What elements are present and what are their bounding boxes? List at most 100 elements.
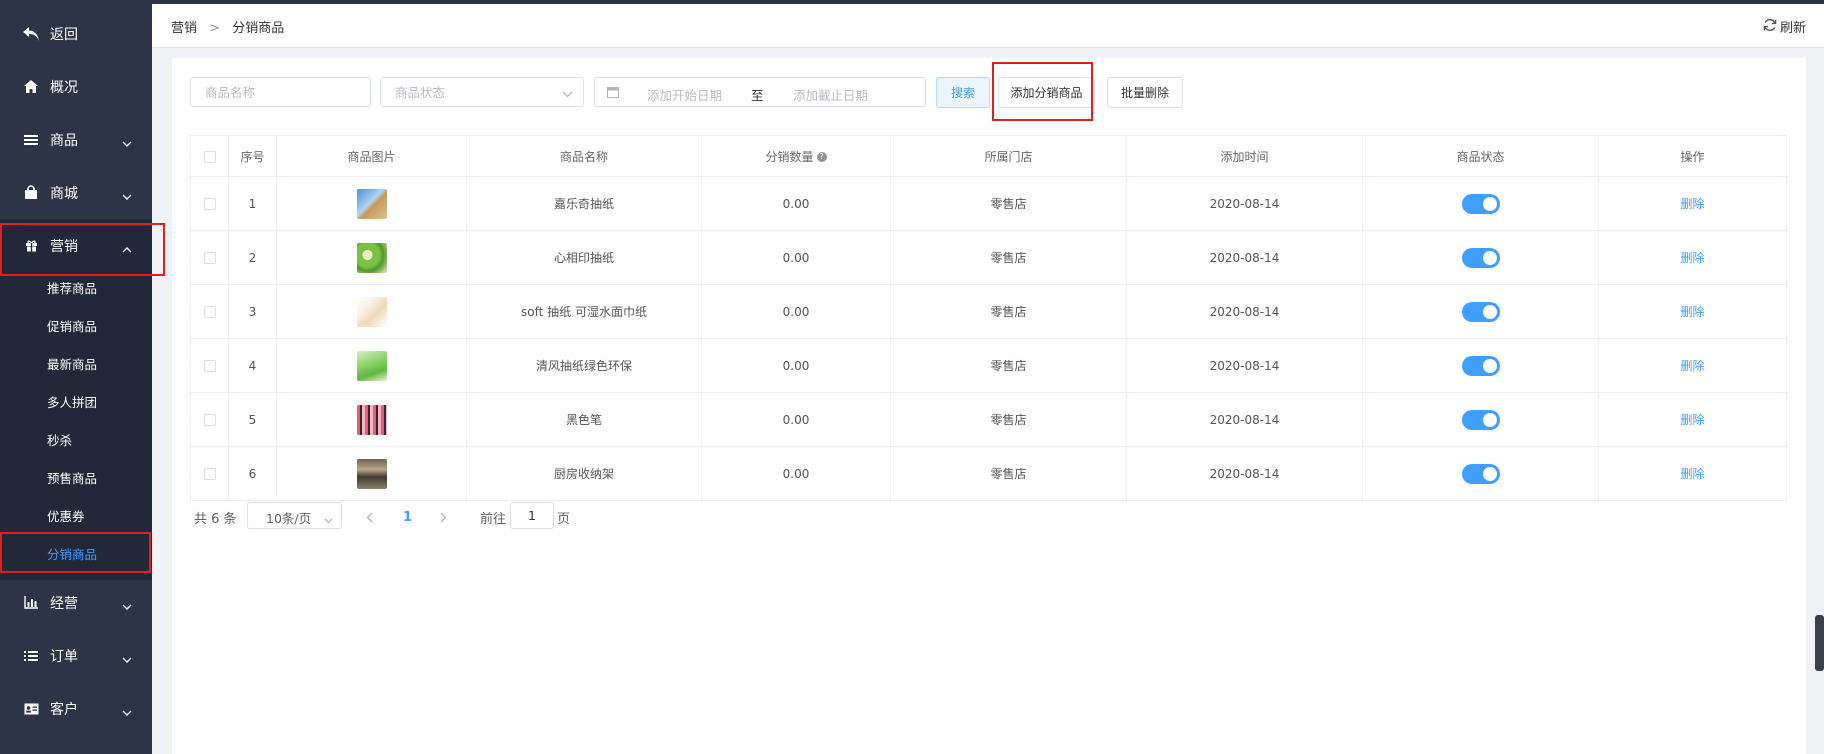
sidebar-item-goods[interactable]: 商品 xyxy=(0,113,152,166)
product-thumbnail xyxy=(356,296,387,327)
row-select-cell xyxy=(190,176,229,231)
submenu-item-promotion[interactable]: 促销商品 xyxy=(0,308,152,346)
list-icon xyxy=(22,647,40,665)
top-bar: 营销 > 分销商品 刷新 xyxy=(152,0,1824,48)
goto-page-input[interactable]: 1 xyxy=(510,502,554,529)
calendar-icon xyxy=(607,86,619,102)
submenu-item-presale[interactable]: 预售商品 xyxy=(0,460,152,498)
delete-link[interactable]: 删除 xyxy=(1680,467,1704,481)
status-toggle[interactable] xyxy=(1461,193,1500,214)
store-name: 零售店 xyxy=(890,176,1127,231)
page-number-current[interactable]: 1 xyxy=(403,503,412,531)
row-checkbox[interactable] xyxy=(203,414,216,426)
row-checkbox[interactable] xyxy=(203,360,216,372)
added-date: 2020-08-14 xyxy=(1126,392,1363,447)
next-page-button[interactable] xyxy=(440,503,447,531)
start-date-input[interactable]: 添加开始日期 xyxy=(647,85,722,104)
refresh-button[interactable]: 刷新 xyxy=(1763,17,1806,36)
column-header: 商品名称 xyxy=(466,135,702,177)
search-button[interactable]: 搜索 xyxy=(936,77,990,108)
help-icon[interactable]: ? xyxy=(816,152,827,162)
status-cell xyxy=(1362,284,1599,339)
row-number: 3 xyxy=(228,284,277,339)
chevron-down-icon xyxy=(562,87,573,102)
added-date: 2020-08-14 xyxy=(1126,284,1363,339)
prev-page-button[interactable] xyxy=(366,503,373,531)
date-range-picker[interactable]: 添加开始日期 至 添加截止日期 xyxy=(594,77,926,107)
sidebar-item-label: 营销 xyxy=(50,238,78,255)
add-distribution-product-button[interactable]: 添加分销商品 xyxy=(998,77,1095,108)
product-status-select[interactable] xyxy=(380,77,584,107)
product-status-input[interactable] xyxy=(381,78,583,106)
chevron-down-icon xyxy=(122,188,132,204)
marketing-submenu: 推荐商品 促销商品 最新商品 多人拼团 秒杀 预售商品 优惠券 分销商品 xyxy=(0,270,152,580)
sidebar-item-customers[interactable]: 客户 xyxy=(0,682,152,735)
submenu-item-newest[interactable]: 最新商品 xyxy=(0,346,152,384)
page-size-select[interactable]: 10条/页 xyxy=(247,502,342,529)
chevron-right-icon xyxy=(440,512,447,522)
table-header-row: 序号 商品图片 商品名称 分销数量? 所属门店 添加时间 商品状态 操作 xyxy=(190,135,1787,177)
status-toggle[interactable] xyxy=(1461,247,1500,268)
shopping-bag-icon xyxy=(22,184,40,202)
sidebar-item-orders[interactable]: 订单 xyxy=(0,629,152,682)
gift-icon xyxy=(22,237,40,255)
delete-link[interactable]: 删除 xyxy=(1680,251,1704,265)
sidebar-item-mall[interactable]: 商城 xyxy=(0,166,152,219)
status-cell xyxy=(1362,230,1599,285)
status-cell xyxy=(1362,392,1599,447)
row-checkbox[interactable] xyxy=(203,198,216,210)
sidebar-item-overview[interactable]: 概况 xyxy=(0,60,152,113)
submenu-item-distribution[interactable]: 分销商品 xyxy=(0,536,152,574)
id-card-icon xyxy=(22,700,40,718)
action-cell: 删除 xyxy=(1598,176,1787,231)
status-toggle[interactable] xyxy=(1461,301,1500,322)
row-checkbox[interactable] xyxy=(203,306,216,318)
delete-link[interactable]: 删除 xyxy=(1680,413,1704,427)
end-date-input[interactable]: 添加截止日期 xyxy=(793,85,868,104)
column-header: 商品图片 xyxy=(276,135,467,177)
product-image-cell xyxy=(276,176,467,231)
row-checkbox[interactable] xyxy=(203,252,216,264)
status-cell xyxy=(1362,176,1599,231)
submenu-item-recommended[interactable]: 推荐商品 xyxy=(0,270,152,308)
chevron-down-icon xyxy=(122,598,132,614)
status-toggle[interactable] xyxy=(1461,355,1500,376)
sidebar-item-operations[interactable]: 经营 xyxy=(0,576,152,629)
refresh-icon xyxy=(1763,18,1780,36)
product-image-cell xyxy=(276,338,467,393)
product-thumbnail xyxy=(356,458,387,489)
product-image-cell xyxy=(276,284,467,339)
product-image-cell xyxy=(276,230,467,285)
delete-link[interactable]: 删除 xyxy=(1680,197,1704,211)
column-header-quantity: 分销数量? xyxy=(701,135,891,177)
sidebar-item-marketing[interactable]: 营销 xyxy=(0,219,152,272)
status-toggle[interactable] xyxy=(1461,463,1500,484)
page-unit-label: 页 xyxy=(557,511,571,527)
row-checkbox[interactable] xyxy=(203,468,216,480)
table-row: 2 心相印抽纸 0.00 零售店 2020-08-14 删除 xyxy=(190,230,1787,285)
submenu-item-group-buy[interactable]: 多人拼团 xyxy=(0,384,152,422)
breadcrumb-parent[interactable]: 营销 xyxy=(171,21,197,36)
goto-label: 前往 xyxy=(480,511,507,527)
delete-link[interactable]: 删除 xyxy=(1680,305,1704,319)
delete-link[interactable]: 删除 xyxy=(1680,359,1704,373)
table-row: 4 清风抽纸绿色环保 0.00 零售店 2020-08-14 删除 xyxy=(190,338,1787,393)
sidebar-item-label: 商城 xyxy=(50,185,78,202)
table-row: 5 黑色笔 0.00 零售店 2020-08-14 删除 xyxy=(190,392,1787,447)
menu-icon xyxy=(22,131,40,149)
batch-delete-button[interactable]: 批量删除 xyxy=(1107,77,1183,108)
back-arrow-icon xyxy=(22,25,40,43)
scrollbar-thumb[interactable] xyxy=(1815,615,1824,671)
product-name-input[interactable] xyxy=(191,78,370,106)
store-name: 零售店 xyxy=(890,446,1127,501)
sidebar-item-label: 订单 xyxy=(50,648,78,665)
submenu-item-coupon[interactable]: 优惠券 xyxy=(0,498,152,536)
column-header: 序号 xyxy=(228,135,277,177)
product-image-cell xyxy=(276,446,467,501)
action-cell: 删除 xyxy=(1598,284,1787,339)
select-all-checkbox[interactable] xyxy=(203,150,216,163)
submenu-item-flash-sale[interactable]: 秒杀 xyxy=(0,422,152,460)
sidebar-item-back[interactable]: 返回 xyxy=(0,7,152,60)
status-toggle[interactable] xyxy=(1461,409,1500,430)
select-all-cell xyxy=(190,135,229,177)
